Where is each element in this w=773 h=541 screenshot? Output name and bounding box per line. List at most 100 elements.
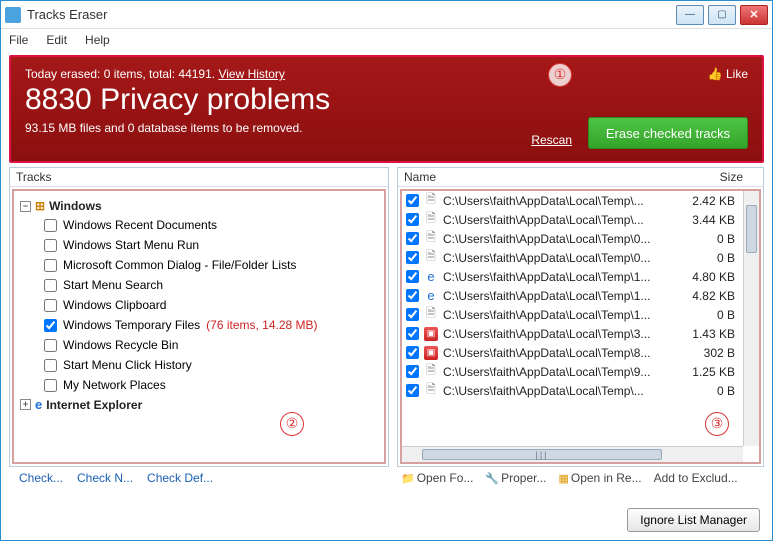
properties-icon: 🔧: [485, 472, 499, 485]
maximize-button[interactable]: ▢: [708, 5, 736, 25]
track-checkbox[interactable]: [44, 379, 57, 392]
file-row[interactable]: ▣C:\Users\faith\AppData\Local\Temp\8...3…: [402, 343, 743, 362]
track-label: Windows Temporary Files: [63, 318, 200, 332]
file-checkbox[interactable]: [406, 270, 419, 283]
minimize-button[interactable]: —: [676, 5, 704, 25]
track-checkbox[interactable]: [44, 279, 57, 292]
ignore-list-button[interactable]: Ignore List Manager: [627, 508, 760, 532]
link-properties[interactable]: 🔧Proper...: [485, 467, 546, 489]
track-item[interactable]: Windows Recycle Bin: [18, 335, 380, 355]
file-row[interactable]: 🗎C:\Users\faith\AppData\Local\Temp\0...0…: [402, 229, 743, 248]
file-size: 0 B: [679, 308, 739, 322]
file-row[interactable]: 🗎C:\Users\faith\AppData\Local\Temp\9...1…: [402, 362, 743, 381]
file-row[interactable]: eC:\Users\faith\AppData\Local\Temp\1...4…: [402, 267, 743, 286]
track-item[interactable]: Windows Start Menu Run: [18, 235, 380, 255]
file-checkbox[interactable]: [406, 365, 419, 378]
track-label: Microsoft Common Dialog - File/Folder Li…: [63, 258, 296, 272]
file-row[interactable]: 🗎C:\Users\faith\AppData\Local\Temp\...2.…: [402, 191, 743, 210]
file-checkbox[interactable]: [406, 194, 419, 207]
file-row[interactable]: eC:\Users\faith\AppData\Local\Temp\1...4…: [402, 286, 743, 305]
menu-bar: File Edit Help: [1, 29, 772, 51]
expand-icon[interactable]: +: [20, 399, 31, 410]
file-checkbox[interactable]: [406, 327, 419, 340]
file-checkbox[interactable]: [406, 232, 419, 245]
vscroll-thumb[interactable]: [746, 205, 757, 253]
menu-help[interactable]: Help: [85, 33, 110, 47]
file-row[interactable]: 🗎C:\Users\faith\AppData\Local\Temp\1...0…: [402, 305, 743, 324]
track-checkbox[interactable]: [44, 259, 57, 272]
track-checkbox[interactable]: [44, 299, 57, 312]
grid-icon: ▦: [558, 472, 568, 485]
link-open-folder[interactable]: 📁Open Fo...: [401, 467, 473, 489]
left-links: Check... Check N... Check Def...: [9, 467, 397, 489]
file-checkbox[interactable]: [406, 308, 419, 321]
link-check[interactable]: Check...: [19, 471, 63, 485]
link-check-def[interactable]: Check Def...: [147, 471, 213, 485]
file-icon: 🗎: [423, 231, 439, 247]
track-checkbox[interactable]: [44, 239, 57, 252]
callout-3: ③: [705, 412, 729, 436]
erase-button[interactable]: Erase checked tracks: [588, 117, 748, 149]
file-path: C:\Users\faith\AppData\Local\Temp\3...: [443, 327, 675, 341]
track-item[interactable]: Start Menu Click History: [18, 355, 380, 375]
file-row[interactable]: ▣C:\Users\faith\AppData\Local\Temp\3...1…: [402, 324, 743, 343]
file-row[interactable]: 🗎C:\Users\faith\AppData\Local\Temp\...0 …: [402, 381, 743, 400]
app-icon: [5, 7, 21, 23]
track-item[interactable]: Windows Temporary Files(76 items, 14.28 …: [18, 315, 380, 335]
window-title: Tracks Eraser: [27, 7, 676, 22]
menu-edit[interactable]: Edit: [46, 33, 67, 47]
tracks-tree: − ⊞ Windows Windows Recent DocumentsWind…: [12, 189, 386, 464]
file-path: C:\Users\faith\AppData\Local\Temp\1...: [443, 289, 675, 303]
horizontal-scrollbar[interactable]: |||: [402, 446, 743, 462]
window-buttons: — ▢ ✕: [676, 5, 768, 25]
summary-line: Today erased: 0 items, total: 44191. Vie…: [25, 67, 748, 81]
col-size[interactable]: Size: [697, 170, 757, 184]
file-path: C:\Users\faith\AppData\Local\Temp\9...: [443, 365, 675, 379]
menu-file[interactable]: File: [9, 33, 28, 47]
link-open-in-re[interactable]: ▦Open in Re...: [558, 467, 641, 489]
file-path: C:\Users\faith\AppData\Local\Temp\...: [443, 213, 675, 227]
collapse-icon[interactable]: −: [20, 201, 31, 212]
track-checkbox[interactable]: [44, 339, 57, 352]
track-checkbox[interactable]: [44, 319, 57, 332]
file-list: 🗎C:\Users\faith\AppData\Local\Temp\...2.…: [400, 189, 761, 464]
like-button[interactable]: Like: [708, 67, 748, 81]
file-checkbox[interactable]: [406, 213, 419, 226]
view-history-link[interactable]: View History: [218, 67, 284, 81]
windows-icon: ⊞: [35, 199, 45, 213]
track-item[interactable]: Windows Clipboard: [18, 295, 380, 315]
footer: Ignore List Manager: [627, 508, 760, 532]
file-checkbox[interactable]: [406, 289, 419, 302]
track-checkbox[interactable]: [44, 359, 57, 372]
file-row[interactable]: 🗎C:\Users\faith\AppData\Local\Temp\...3.…: [402, 210, 743, 229]
close-button[interactable]: ✕: [740, 5, 768, 25]
tracks-panel: Tracks − ⊞ Windows Windows Recent Docume…: [9, 167, 389, 467]
file-size: 302 B: [679, 346, 739, 360]
rescan-link[interactable]: Rescan: [531, 133, 572, 147]
file-checkbox[interactable]: [406, 346, 419, 359]
file-checkbox[interactable]: [406, 251, 419, 264]
col-name[interactable]: Name: [404, 170, 697, 184]
category-ie[interactable]: + e Internet Explorer: [18, 395, 380, 414]
category-windows-label: Windows: [49, 199, 102, 213]
track-item[interactable]: Microsoft Common Dialog - File/Folder Li…: [18, 255, 380, 275]
track-item[interactable]: Start Menu Search: [18, 275, 380, 295]
callout-1: ①: [548, 63, 572, 87]
vertical-scrollbar[interactable]: [743, 191, 759, 446]
file-size: 0 B: [679, 232, 739, 246]
files-header: Name Size: [398, 168, 763, 187]
track-checkbox[interactable]: [44, 219, 57, 232]
image-icon: ▣: [423, 326, 439, 342]
file-checkbox[interactable]: [406, 384, 419, 397]
file-icon: 🗎: [423, 364, 439, 380]
category-windows[interactable]: − ⊞ Windows: [18, 197, 380, 215]
track-item[interactable]: My Network Places: [18, 375, 380, 395]
hscroll-thumb[interactable]: |||: [422, 449, 662, 460]
file-icon: 🗎: [423, 307, 439, 323]
summary-banner: Today erased: 0 items, total: 44191. Vie…: [9, 55, 764, 163]
link-add-exclude[interactable]: Add to Exclud...: [654, 467, 738, 489]
files-panel: Name Size 🗎C:\Users\faith\AppData\Local\…: [397, 167, 764, 467]
link-check-n[interactable]: Check N...: [77, 471, 133, 485]
file-row[interactable]: 🗎C:\Users\faith\AppData\Local\Temp\0...0…: [402, 248, 743, 267]
track-item[interactable]: Windows Recent Documents: [18, 215, 380, 235]
